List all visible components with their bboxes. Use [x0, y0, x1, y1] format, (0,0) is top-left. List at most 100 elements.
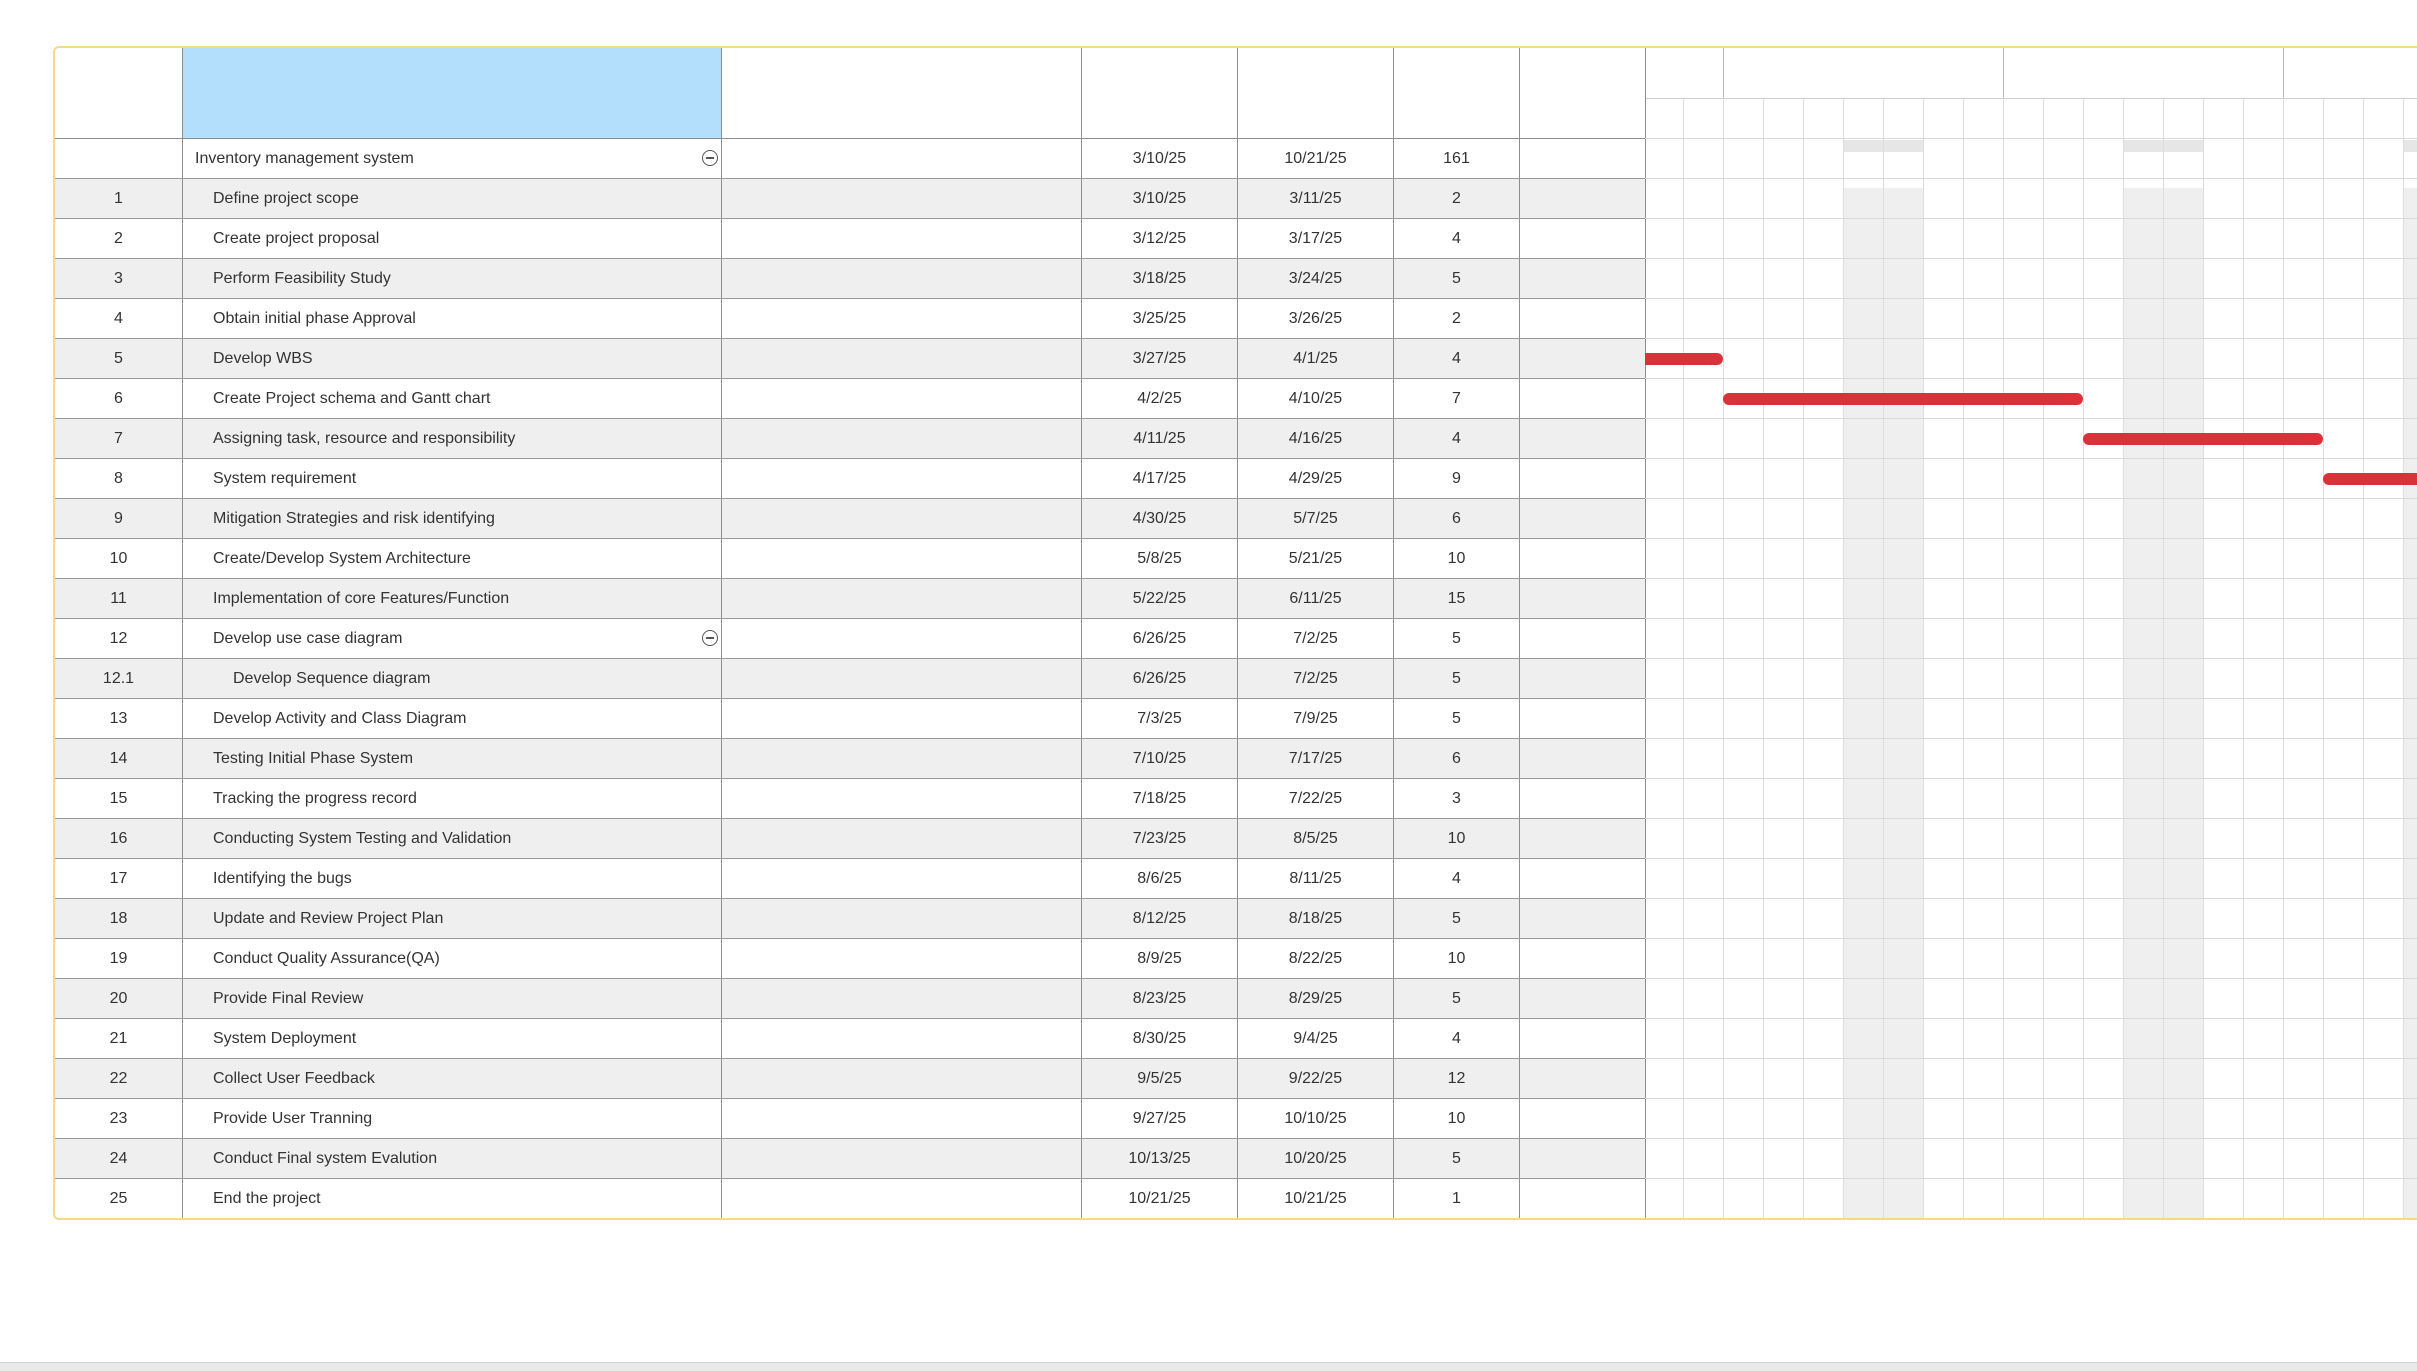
task-duration-cell[interactable]: 3	[1394, 779, 1520, 818]
task-id-cell[interactable]: 16	[55, 819, 183, 858]
blank-cell[interactable]	[722, 1059, 1082, 1098]
task-name-cell[interactable]: Develop Activity and Class Diagram	[183, 699, 722, 738]
task-duration-cell[interactable]: 10	[1394, 939, 1520, 978]
blank-cell[interactable]	[722, 499, 1082, 538]
blank-cell[interactable]	[722, 979, 1082, 1018]
task-name-cell[interactable]: Conducting System Testing and Validation	[183, 819, 722, 858]
extra-cell[interactable]	[1520, 139, 1646, 178]
task-name-cell[interactable]: Provide User Tranning	[183, 1099, 722, 1138]
extra-cell[interactable]	[1520, 419, 1646, 458]
task-row[interactable]: 23 Provide User Tranning 9/27/25 10/10/25 10	[55, 1099, 1646, 1139]
task-name-cell[interactable]: Define project scope	[183, 179, 722, 218]
blank-cell[interactable]	[722, 939, 1082, 978]
task-row[interactable]: 17 Identifying the bugs 8/6/25 8/11/25 4	[55, 859, 1646, 899]
task-finish-cell[interactable]: 7/2/25	[1238, 619, 1394, 658]
extra-cell[interactable]	[1520, 659, 1646, 698]
task-row[interactable]: 13 Develop Activity and Class Diagram 7/3/…	[55, 699, 1646, 739]
task-id-cell[interactable]: 20	[55, 979, 183, 1018]
task-start-cell[interactable]: 10/21/25	[1082, 1179, 1238, 1218]
task-finish-cell[interactable]: 7/9/25	[1238, 699, 1394, 738]
task-start-cell[interactable]: 7/10/25	[1082, 739, 1238, 778]
blank-cell[interactable]	[722, 379, 1082, 418]
task-row[interactable]: 5 Develop WBS 3/27/25 4/1/25 4	[55, 339, 1646, 379]
task-finish-cell[interactable]: 10/21/25	[1238, 1179, 1394, 1218]
task-name-cell[interactable]: Obtain initial phase Approval	[183, 299, 722, 338]
extra-cell[interactable]	[1520, 739, 1646, 778]
task-row[interactable]: 12.1 Develop Sequence diagram 6/26/25 7/2/2…	[55, 659, 1646, 699]
task-finish-cell[interactable]: 5/21/25	[1238, 539, 1394, 578]
blank-cell[interactable]	[722, 659, 1082, 698]
task-duration-cell[interactable]: 4	[1394, 339, 1520, 378]
extra-cell[interactable]	[1520, 339, 1646, 378]
task-id-cell[interactable]: 19	[55, 939, 183, 978]
task-duration-cell[interactable]: 10	[1394, 539, 1520, 578]
task-finish-cell[interactable]: 3/26/25	[1238, 299, 1394, 338]
task-row[interactable]: 19 Conduct Quality Assurance(QA) 8/9/25 8/2…	[55, 939, 1646, 979]
task-name-cell[interactable]: Develop use case diagram	[183, 619, 722, 658]
task-duration-cell[interactable]: 4	[1394, 1019, 1520, 1058]
task-id-cell[interactable]: 10	[55, 539, 183, 578]
task-id-cell[interactable]: 23	[55, 1099, 183, 1138]
task-finish-cell[interactable]: 5/7/25	[1238, 499, 1394, 538]
extra-cell[interactable]	[1520, 259, 1646, 298]
task-duration-cell[interactable]: 10	[1394, 819, 1520, 858]
blank-cell[interactable]	[722, 619, 1082, 658]
extra-cell[interactable]	[1520, 859, 1646, 898]
task-duration-cell[interactable]: 4	[1394, 219, 1520, 258]
extra-cell[interactable]	[1520, 779, 1646, 818]
task-start-cell[interactable]: 6/26/25	[1082, 619, 1238, 658]
collapse-minus-icon[interactable]	[702, 150, 718, 166]
task-row[interactable]: 15 Tracking the progress record 7/18/25 7/2…	[55, 779, 1646, 819]
task-row[interactable]: 24 Conduct Final system Evalution 10/13/25…	[55, 1139, 1646, 1179]
extra-cell[interactable]	[1520, 1099, 1646, 1138]
task-name-cell[interactable]: Update and Review Project Plan	[183, 899, 722, 938]
task-id-cell[interactable]: 14	[55, 739, 183, 778]
blank-cell[interactable]	[722, 339, 1082, 378]
task-start-cell[interactable]: 8/12/25	[1082, 899, 1238, 938]
task-start-cell[interactable]: 9/27/25	[1082, 1099, 1238, 1138]
blank-cell[interactable]	[722, 1019, 1082, 1058]
blank-cell[interactable]	[722, 819, 1082, 858]
blank-cell[interactable]	[722, 779, 1082, 818]
task-start-cell[interactable]: 6/26/25	[1082, 659, 1238, 698]
task-duration-cell[interactable]: 5	[1394, 699, 1520, 738]
task-id-cell[interactable]: 4	[55, 299, 183, 338]
task-finish-cell[interactable]: 9/22/25	[1238, 1059, 1394, 1098]
extra-cell[interactable]	[1520, 1179, 1646, 1218]
task-id-cell[interactable]: 5	[55, 339, 183, 378]
task-finish-cell[interactable]: 8/18/25	[1238, 899, 1394, 938]
task-name-cell[interactable]: Develop WBS	[183, 339, 722, 378]
task-duration-cell[interactable]: 5	[1394, 619, 1520, 658]
task-start-cell[interactable]: 3/25/25	[1082, 299, 1238, 338]
task-name-cell[interactable]: Conduct Final system Evalution	[183, 1139, 722, 1178]
task-start-cell[interactable]: 9/5/25	[1082, 1059, 1238, 1098]
task-row[interactable]: 6 Create Project schema and Gantt chart 4/…	[55, 379, 1646, 419]
task-id-cell[interactable]: 15	[55, 779, 183, 818]
task-start-cell[interactable]: 3/18/25	[1082, 259, 1238, 298]
extra-cell[interactable]	[1520, 539, 1646, 578]
task-finish-cell[interactable]: 10/21/25	[1238, 139, 1394, 178]
task-duration-cell[interactable]: 5	[1394, 979, 1520, 1018]
extra-cell[interactable]	[1520, 459, 1646, 498]
task-name-cell[interactable]: Create Project schema and Gantt chart	[183, 379, 722, 418]
extra-cell[interactable]	[1520, 1019, 1646, 1058]
header-id-column[interactable]	[55, 48, 183, 138]
task-duration-cell[interactable]: 2	[1394, 299, 1520, 338]
task-id-cell[interactable]: 21	[55, 1019, 183, 1058]
task-name-cell[interactable]: System requirement	[183, 459, 722, 498]
task-id-cell[interactable]: 6	[55, 379, 183, 418]
blank-cell[interactable]	[722, 1099, 1082, 1138]
task-start-cell[interactable]: 4/30/25	[1082, 499, 1238, 538]
extra-cell[interactable]	[1520, 179, 1646, 218]
task-duration-cell[interactable]: 9	[1394, 459, 1520, 498]
extra-cell[interactable]	[1520, 379, 1646, 418]
blank-cell[interactable]	[722, 579, 1082, 618]
task-finish-cell[interactable]: 6/11/25	[1238, 579, 1394, 618]
blank-cell[interactable]	[722, 219, 1082, 258]
task-start-cell[interactable]: 8/6/25	[1082, 859, 1238, 898]
task-id-cell[interactable]: 13	[55, 699, 183, 738]
task-id-cell[interactable]: 1	[55, 179, 183, 218]
extra-cell[interactable]	[1520, 1139, 1646, 1178]
task-name-cell[interactable]: Perform Feasibility Study	[183, 259, 722, 298]
blank-cell[interactable]	[722, 1179, 1082, 1218]
